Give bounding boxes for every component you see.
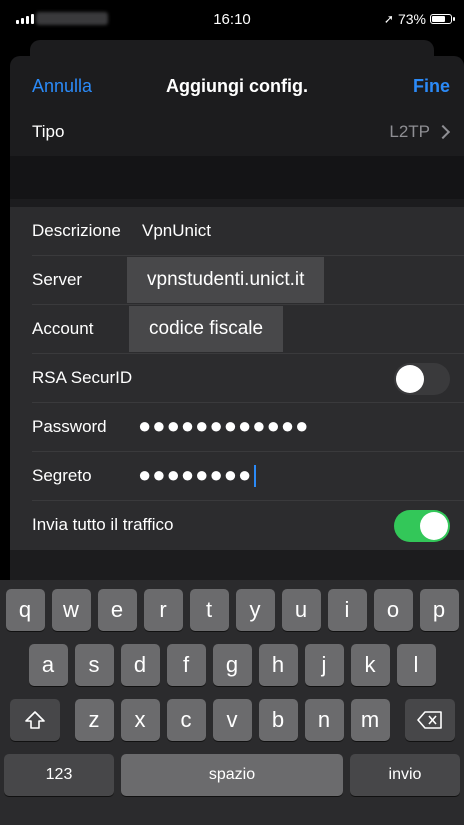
key[interactable]: y (235, 589, 275, 631)
backspace-key[interactable] (404, 699, 455, 741)
keyboard: qwertyuiop asdfghjkl zxcvbnm 123 spazio … (0, 580, 464, 825)
key[interactable]: d (120, 644, 160, 686)
key[interactable]: u (281, 589, 321, 631)
location-icon: ➚ (383, 12, 394, 26)
type-row[interactable]: Tipo L2TP (10, 116, 464, 156)
nav-bar: Annulla Aggiungi config. Fine (10, 56, 464, 116)
key[interactable]: c (166, 699, 206, 741)
battery-percent: 73% (397, 11, 426, 27)
vpn-config-sheet: Annulla Aggiungi config. Fine Tipo L2TP … (10, 56, 464, 586)
secret-value: ●●●●●●●● (138, 462, 253, 487)
battery-icon (430, 14, 455, 24)
key[interactable]: r (143, 589, 183, 631)
key[interactable]: a (28, 644, 68, 686)
send-all-label: Invia tutto il traffico (32, 515, 174, 534)
key-row-4: 123 spazio invio (0, 754, 464, 796)
description-row[interactable]: Descrizione VpnUnict (10, 207, 464, 256)
type-label: Tipo (32, 122, 65, 141)
description-field[interactable]: VpnUnict (142, 221, 211, 241)
numbers-key[interactable]: 123 (4, 754, 114, 796)
key[interactable]: s (74, 644, 114, 686)
backspace-icon (416, 711, 442, 729)
rsa-row: RSA SecurID (10, 354, 464, 403)
return-key[interactable]: invio (350, 754, 460, 796)
chevron-right-icon (435, 124, 451, 140)
key[interactable]: w (51, 589, 91, 631)
toggle-knob (396, 365, 424, 393)
server-row[interactable]: Server vpnstudenti.unict.it (10, 256, 464, 305)
key[interactable]: g (212, 644, 252, 686)
account-field[interactable]: codice fiscale (129, 306, 284, 352)
key[interactable]: x (120, 699, 160, 741)
type-value-text: L2TP (389, 122, 430, 141)
shift-key[interactable] (9, 699, 60, 741)
key[interactable]: q (5, 589, 45, 631)
key[interactable]: v (212, 699, 252, 741)
section-gap (10, 156, 464, 199)
key-row-1: qwertyuiop (0, 589, 464, 631)
text-cursor (254, 465, 257, 488)
account-row[interactable]: Account codice fiscale (10, 305, 464, 354)
send-all-toggle[interactable] (394, 510, 450, 542)
password-row[interactable]: Password ●●●●●●●●●●●● (10, 403, 464, 452)
done-button[interactable]: Fine (413, 76, 450, 97)
key[interactable]: j (304, 644, 344, 686)
key[interactable]: h (258, 644, 298, 686)
key[interactable]: p (419, 589, 459, 631)
send-all-row: Invia tutto il traffico (10, 501, 464, 550)
letter-keys-row-3: zxcvbnm (74, 699, 390, 741)
key[interactable]: i (327, 589, 367, 631)
key[interactable]: k (350, 644, 390, 686)
key[interactable]: o (373, 589, 413, 631)
key[interactable]: f (166, 644, 206, 686)
rsa-toggle[interactable] (394, 363, 450, 395)
server-label: Server (32, 270, 83, 289)
account-label: Account (32, 319, 94, 338)
key[interactable]: m (350, 699, 390, 741)
key[interactable]: t (189, 589, 229, 631)
key[interactable]: e (97, 589, 137, 631)
status-right: ➚ 73% (383, 11, 455, 27)
space-key[interactable]: spazio (121, 754, 343, 796)
section-spacer (10, 199, 464, 207)
key[interactable]: n (304, 699, 344, 741)
shift-icon (24, 711, 45, 729)
rsa-label: RSA SecurID (32, 368, 133, 387)
description-label: Descrizione (32, 221, 121, 240)
key-row-2: asdfghjkl (0, 644, 464, 686)
key-row-3: zxcvbnm (0, 699, 464, 741)
password-label: Password (32, 417, 107, 436)
key[interactable]: z (74, 699, 114, 741)
secret-label: Segreto (32, 466, 92, 485)
key[interactable]: l (396, 644, 436, 686)
secret-field[interactable]: ●●●●●●●● (138, 462, 257, 488)
status-bar: 16:10 ➚ 73% (0, 0, 464, 40)
key[interactable]: b (258, 699, 298, 741)
page-title: Aggiungi config. (166, 76, 308, 96)
secret-row[interactable]: Segreto ●●●●●●●● (10, 452, 464, 501)
toggle-knob (420, 512, 448, 540)
server-field[interactable]: vpnstudenti.unict.it (127, 257, 325, 303)
type-value: L2TP (389, 122, 451, 142)
password-field[interactable]: ●●●●●●●●●●●● (138, 413, 309, 439)
